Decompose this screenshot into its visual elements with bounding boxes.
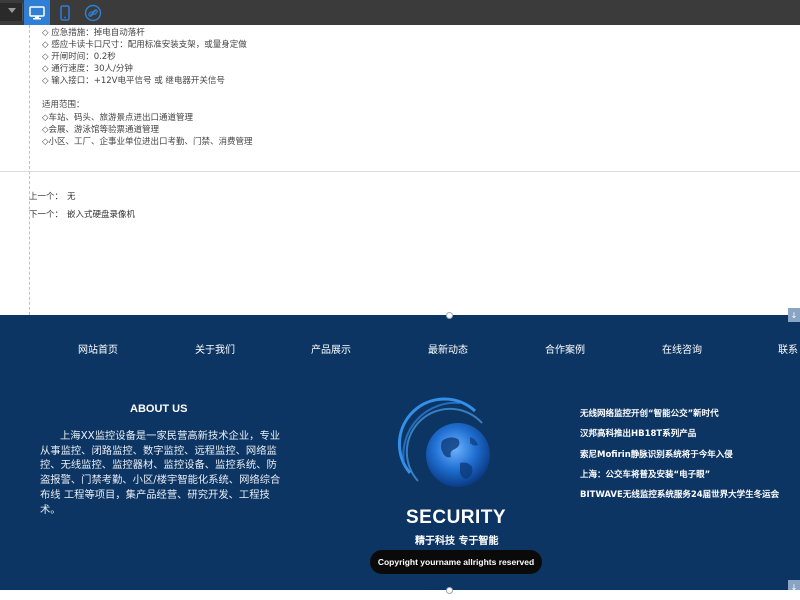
next-label: 下一个： [29, 210, 64, 220]
spec-line: ◇ 应急措施：掉电自动落杆 [42, 28, 145, 38]
scope-line: ◇会展、游泳馆等验票通道管理 [42, 124, 160, 135]
copyright-badge: Copyright yourname allrights reserved [370, 550, 542, 574]
menu-item-about[interactable]: 关于我们 [195, 341, 235, 356]
link-icon [84, 4, 102, 21]
prev-label: 上一个： [29, 192, 64, 202]
scope-line: ◇小区、工厂、企事业单位进出口考勤、门禁、消费管理 [42, 136, 253, 147]
menu-item-products[interactable]: 产品展示 [311, 341, 351, 356]
about-text: 上海XX监控设备是一家民营高新技术企业，专业 从事监控、闭路监控、数字监控、远程… [40, 430, 281, 516]
news-item[interactable]: 汉邦高科推出HB18T系列产品 [580, 427, 779, 447]
spec-line: ◇ 输入接口：+12V电平信号 或 继电器开关信号 [42, 76, 225, 87]
scroll-up-button[interactable]: ↓ [788, 308, 800, 322]
menu-item-news[interactable]: 最新动态 [428, 341, 468, 356]
link-button[interactable] [80, 0, 106, 25]
site-footer: ↓ 网站首页 关于我们 产品展示 最新动态 合作案例 在线咨询 联系 ABOUT… [0, 308, 800, 594]
spec-line: ◇ 通行速度：30人/分钟 [42, 64, 133, 75]
prev-item-link[interactable]: 上一个：无 [29, 190, 76, 202]
scope-title: 适用范围： [42, 100, 85, 111]
phone-icon [60, 4, 70, 21]
resize-handle[interactable] [446, 587, 453, 594]
news-item[interactable]: 无线网络监控开创“智能公交”新时代 [580, 407, 779, 427]
editor-toolbar [0, 0, 800, 25]
news-list: 无线网络监控开创“智能公交”新时代 汉邦高科推出HB18T系列产品 索尼Mofi… [580, 407, 779, 508]
scope-line: ◇车站、码头、旅游景点进出口通道管理 [42, 112, 194, 123]
bottom-area [0, 587, 800, 600]
footer-menu: 网站首页 关于我们 产品展示 最新动态 合作案例 在线咨询 联系 [0, 341, 800, 356]
about-title: ABOUT US [130, 403, 188, 415]
desktop-view-button[interactable] [24, 0, 50, 25]
resize-handle[interactable] [446, 312, 453, 319]
menu-item-contact[interactable]: 联系 [778, 341, 798, 356]
spec-list: ◇ 应急措施：掉电自动落杆 ◇ 感应卡读卡口尺寸：配用标准安装支架，或量身定做 … [42, 27, 253, 148]
next-value[interactable]: 嵌入式硬盘录像机 [67, 210, 135, 220]
menu-item-home[interactable]: 网站首页 [78, 341, 118, 356]
news-item[interactable]: BITWAVE无线监控系统服务24届世界大学生冬运会 [580, 488, 779, 508]
spec-line: ◇ 感应卡读卡口尺寸：配用标准安装支架，或量身定做 [42, 40, 247, 51]
divider [0, 171, 800, 172]
menu-item-cases[interactable]: 合作案例 [545, 341, 585, 356]
spec-line: ◇ 开闸时间：0.2秒 [42, 52, 116, 63]
product-detail-section: ◇ 应急措施：掉电自动落杆 ◇ 感应卡读卡口尺寸：配用标准安装支架，或量身定做 … [0, 25, 800, 315]
news-item[interactable]: 上海：公交车将普及安装“电子眼” [580, 468, 779, 488]
globe-logo-icon [397, 397, 490, 487]
brand-name: SECURITY [406, 507, 507, 528]
monitor-icon [29, 5, 45, 19]
menu-item-consult[interactable]: 在线咨询 [662, 341, 702, 356]
next-item-link[interactable]: 下一个： 嵌入式硬盘录像机 [29, 208, 135, 220]
mobile-view-button[interactable] [52, 0, 78, 25]
arrow-down-icon: ↓ [790, 310, 798, 320]
device-select[interactable] [0, 3, 23, 21]
slogan: 精于科技 专于智能 [415, 536, 499, 547]
prev-value: 无 [67, 192, 76, 202]
news-item[interactable]: 索尼Mofirin静脉识别系统将于今年入侵 [580, 448, 779, 468]
